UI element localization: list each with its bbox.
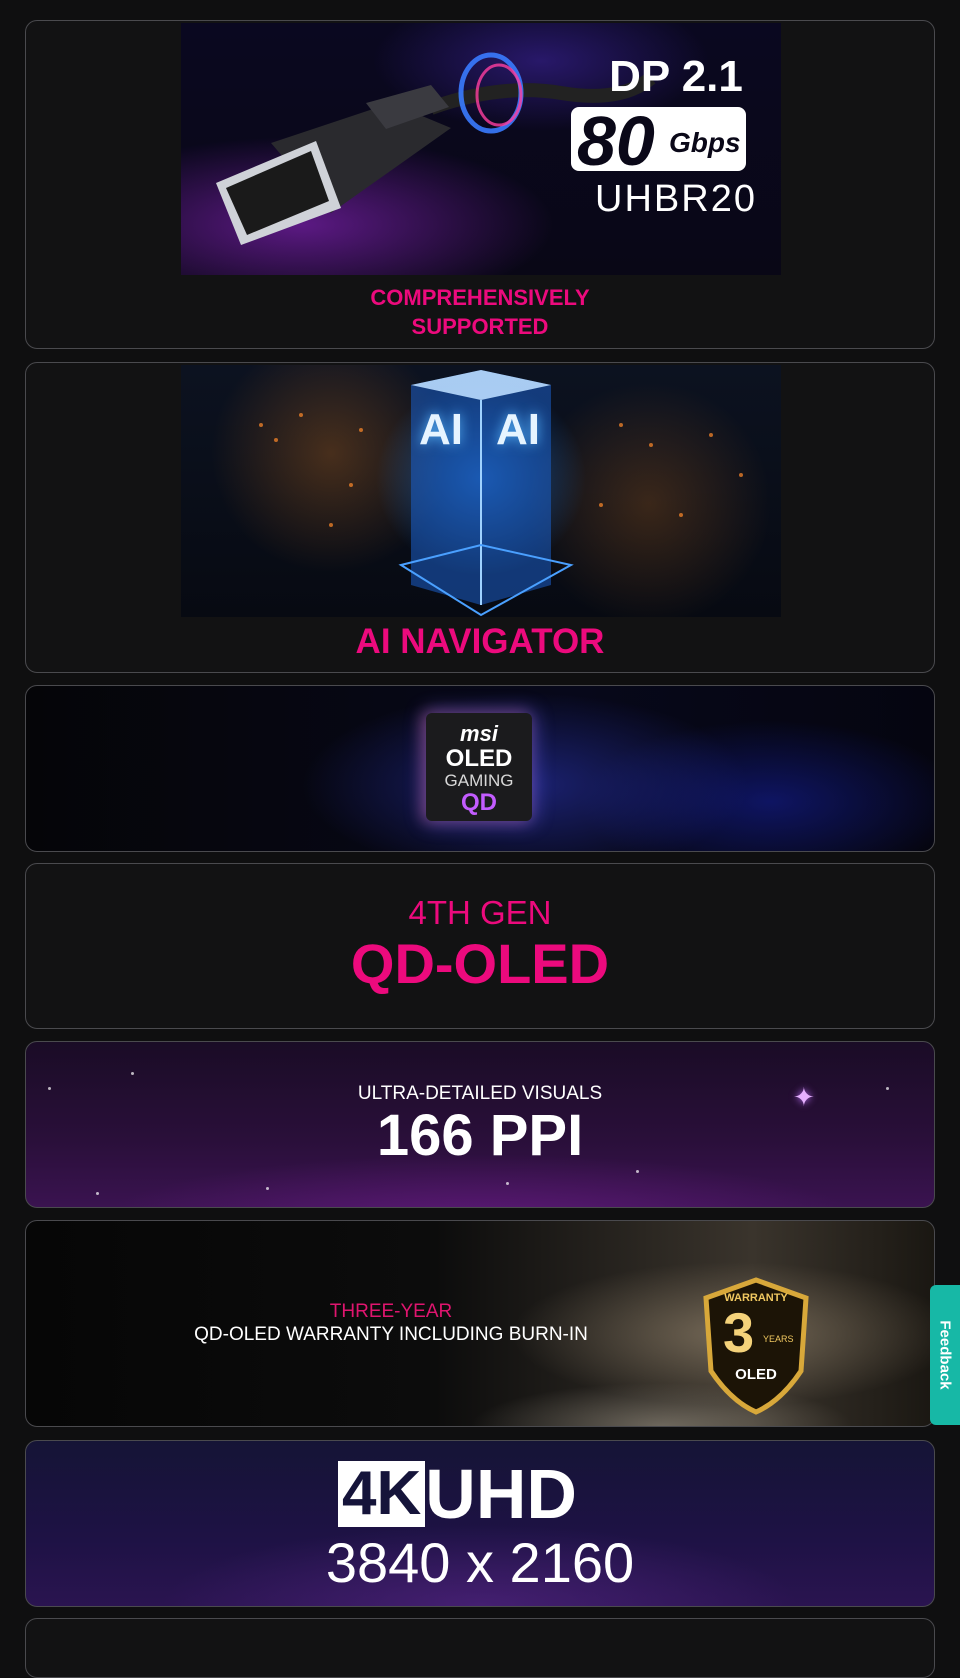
qd-oled-generation: 4TH GEN [408, 894, 552, 931]
dp-label-line1: COMPREHENSIVELY [370, 285, 590, 310]
dp-card-label: COMPREHENSIVELY SUPPORTED [26, 283, 934, 341]
warranty-shield-icon: WARRANTY 3 YEARS OLED [701, 1276, 811, 1416]
uhd-text: UHD [425, 1455, 577, 1533]
ai-chip-icon [259, 370, 743, 617]
star-decoration [131, 1072, 134, 1075]
star-decoration [266, 1187, 269, 1190]
feature-card-ppi: ✦ ULTRA-DETAILED VISUALS 166 PPI [25, 1041, 935, 1208]
bandwidth-value: 80 [577, 102, 655, 180]
star-decoration [506, 1182, 509, 1185]
feature-card-next [25, 1618, 935, 1678]
qd-oled-title: QD-OLED [350, 932, 610, 995]
shield-warranty-text: WARRANTY [724, 1292, 788, 1304]
star-decoration [96, 1192, 99, 1195]
ai-chip-label-left: AI [419, 405, 463, 454]
ai-chip-label-right: AI [496, 405, 540, 454]
dp-label-line2: SUPPORTED [411, 314, 549, 339]
shield-year-number: 3 [723, 1301, 755, 1364]
ppi-value: 166 PPI [376, 1103, 584, 1168]
resolution-text: 3840 x 2160 [325, 1531, 635, 1594]
feature-card-qd-oled: 4TH GEN QD-OLED [25, 863, 935, 1029]
feature-card-oled-badge: msi OLED GAMING QD [25, 685, 935, 852]
shield-oled-text: OLED [735, 1366, 777, 1383]
feature-card-ai-navigator: AI AI AI NAVIGATOR [25, 362, 935, 673]
badge-oled-text: OLED [445, 745, 513, 772]
ai-navigator-banner-image: AI AI [181, 365, 781, 617]
bandwidth-unit: Gbps [669, 127, 741, 158]
4k-text: 4K [338, 1461, 426, 1527]
warranty-duration: THREE-YEAR [329, 1301, 453, 1322]
badge-qd-text: QD [461, 789, 497, 816]
displayport-banner-image: DP 2.1 80 Gbps UHBR20 [181, 23, 781, 275]
msi-oled-gaming-badge: msi OLED GAMING QD [426, 713, 532, 821]
ai-navigator-label: AI NAVIGATOR [355, 622, 605, 661]
shield-years-text: YEARS [763, 1334, 794, 1344]
feature-card-4k-uhd: 4KUHD 3840 x 2160 [25, 1440, 935, 1607]
warranty-description: QD-OLED WARRANTY INCLUDING BURN-IN [194, 1324, 588, 1345]
uhbr-text: UHBR20 [595, 178, 757, 220]
feature-card-displayport: DP 2.1 80 Gbps UHBR20 COMPREHENSIVELY SU… [25, 20, 935, 349]
badge-gaming-text: GAMING [444, 771, 514, 790]
dp-version-text: DP 2.1 [609, 52, 743, 101]
msi-logo: msi [460, 721, 498, 746]
feedback-label: Feedback [936, 1320, 954, 1390]
star-decoration [636, 1170, 639, 1173]
4k-uhd-logo: 4KUHD [338, 1455, 577, 1533]
feedback-tab[interactable]: Feedback [930, 1285, 960, 1425]
bandwidth-badge: 80 Gbps [571, 102, 746, 180]
feature-card-warranty: THREE-YEAR QD-OLED WARRANTY INCLUDING BU… [25, 1220, 935, 1427]
